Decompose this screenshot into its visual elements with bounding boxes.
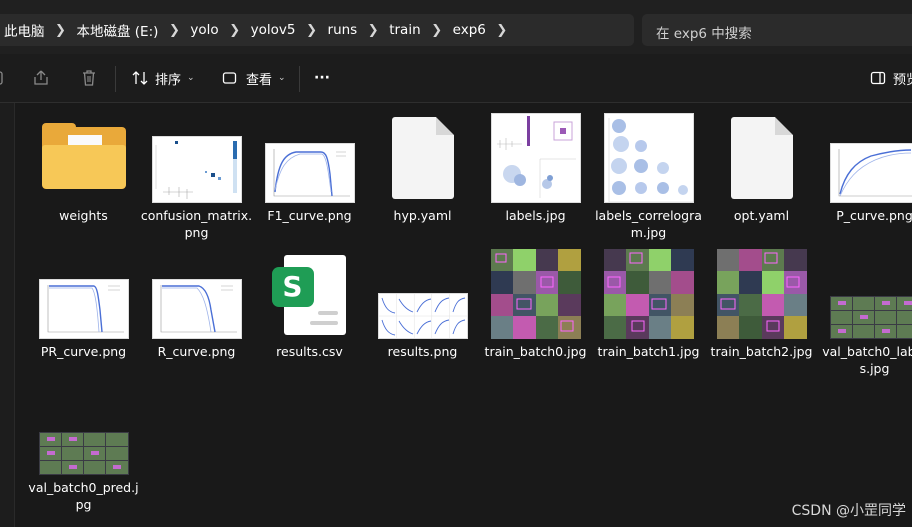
more-options-button[interactable]: ··· — [314, 66, 330, 90]
view-button[interactable]: 查看 ⌄ — [222, 66, 286, 90]
file-name: val_batch0_labels.jpg — [822, 344, 912, 376]
file-item-opt-yaml[interactable]: opt.yaml — [705, 113, 818, 243]
pr-curve-thumbnail — [38, 279, 129, 339]
preview-pane-button[interactable]: 预览 — [870, 66, 912, 90]
file-name: confusion_matrix.png — [140, 208, 253, 240]
file-name: opt.yaml — [733, 208, 790, 223]
file-item-results-csv[interactable]: S results.csv — [253, 249, 366, 379]
view-icon — [222, 72, 237, 84]
search-placeholder: 在 exp6 中搜索 — [656, 26, 752, 42]
breadcrumb-separator-icon[interactable]: ❯ — [160, 23, 188, 38]
document-icon — [730, 117, 793, 199]
results-thumbnail — [377, 293, 468, 339]
file-item-hyp-yaml[interactable]: hyp.yaml — [366, 113, 479, 243]
file-name: F1_curve.png — [267, 208, 352, 223]
file-name: weights — [59, 208, 108, 223]
chevron-down-icon: ⌄ — [278, 73, 286, 83]
breadcrumb-separator-icon[interactable]: ❯ — [423, 23, 451, 38]
file-item-pr-curve[interactable]: PR_curve.png — [27, 249, 140, 379]
preview-label: 预览 — [893, 72, 912, 88]
breadcrumb-exp6[interactable]: exp6 — [451, 22, 488, 38]
document-icon — [391, 117, 454, 199]
file-item-train-batch2[interactable]: train_batch2.jpg — [705, 249, 818, 379]
breadcrumb-separator-icon[interactable]: ❯ — [221, 23, 249, 38]
f1-curve-thumbnail — [264, 143, 355, 203]
file-name: train_batch2.jpg — [710, 344, 813, 359]
file-item-val-batch0-pred[interactable]: val_batch0_pred.jpg — [27, 385, 140, 515]
share-icon[interactable] — [32, 66, 50, 90]
file-name: labels_correlogram.jpg — [595, 208, 702, 240]
file-item-r-curve[interactable]: R_curve.png — [140, 249, 253, 379]
spreadsheet-icon: S — [271, 255, 348, 337]
breadcrumb-runs[interactable]: runs — [326, 22, 360, 38]
file-name: train_batch1.jpg — [597, 344, 700, 359]
file-name: PR_curve.png — [40, 344, 127, 359]
file-item-f1-curve[interactable]: F1_curve.png — [253, 113, 366, 243]
file-item-confusion-matrix[interactable]: confusion_matrix.png — [140, 113, 253, 243]
file-item-p-curve[interactable]: P_curve.png — [818, 113, 912, 243]
breadcrumb-separator-icon[interactable]: ❯ — [47, 23, 75, 38]
breadcrumb-this-pc[interactable]: 此电脑 — [2, 20, 47, 40]
p-curve-thumbnail — [829, 143, 912, 203]
file-item-labels[interactable]: labels.jpg — [479, 113, 592, 243]
window-top-strip — [0, 0, 912, 8]
toolbar-divider — [115, 66, 116, 92]
file-item-train-batch0[interactable]: train_batch0.jpg — [479, 249, 592, 379]
file-item-results-png[interactable]: results.png — [366, 249, 479, 379]
sort-button[interactable]: 排序 ⌄ — [131, 66, 195, 90]
file-item-val-batch0-labels[interactable]: val_batch0_labels.jpg — [818, 249, 912, 379]
command-bar: 排序 ⌄ 查看 ⌄ ··· 预览 — [0, 54, 912, 103]
file-grid: weights confusion_matrix.png F1_curve.pn — [15, 103, 912, 527]
file-item-weights[interactable]: weights — [27, 113, 140, 243]
breadcrumb-drive-e[interactable]: 本地磁盘 (E:) — [75, 20, 161, 40]
breadcrumb-separator-icon[interactable]: ❯ — [298, 23, 326, 38]
file-name: results.csv — [276, 344, 343, 359]
breadcrumb[interactable]: 此电脑 ❯ 本地磁盘 (E:) ❯ yolo ❯ yolov5 ❯ runs ❯… — [0, 14, 634, 46]
train-batch0-thumbnail — [490, 249, 581, 339]
file-name: labels.jpg — [505, 208, 566, 223]
delete-icon[interactable] — [80, 66, 98, 90]
train-batch1-thumbnail — [603, 249, 694, 339]
sort-label: 排序 — [155, 72, 182, 88]
more-icon: ··· — [314, 70, 330, 86]
file-item-labels-correlogram[interactable]: labels_correlogram.jpg — [592, 113, 705, 243]
view-label: 查看 — [246, 72, 273, 88]
file-name: val_batch0_pred.jpg — [28, 480, 139, 512]
toolbar-divider — [299, 66, 300, 92]
breadcrumb-yolo[interactable]: yolo — [188, 22, 220, 38]
chevron-down-icon: ⌄ — [187, 73, 195, 83]
file-item-train-batch1[interactable]: train_batch1.jpg — [592, 249, 705, 379]
confusion-matrix-thumbnail — [151, 136, 242, 203]
navigation-pane-edge — [0, 103, 15, 527]
labels-thumbnail — [490, 113, 581, 203]
file-name: P_curve.png — [836, 208, 912, 223]
breadcrumb-separator-icon[interactable]: ❯ — [488, 23, 516, 38]
preview-pane-icon — [870, 71, 886, 85]
watermark: CSDN @小罡同学 — [791, 503, 906, 519]
folder-icon — [41, 123, 126, 189]
val-batch0-labels-thumbnail — [829, 296, 912, 339]
breadcrumb-separator-icon[interactable]: ❯ — [359, 23, 387, 38]
breadcrumb-yolov5[interactable]: yolov5 — [249, 22, 298, 38]
val-batch0-pred-thumbnail — [38, 432, 129, 475]
file-name: train_batch0.jpg — [484, 344, 587, 359]
cut-icon[interactable] — [0, 66, 6, 90]
sort-icon — [132, 71, 148, 85]
file-name: hyp.yaml — [393, 208, 452, 223]
address-row: 此电脑 ❯ 本地磁盘 (E:) ❯ yolo ❯ yolov5 ❯ runs ❯… — [0, 8, 912, 54]
train-batch2-thumbnail — [716, 249, 807, 339]
file-name: results.png — [387, 344, 458, 359]
breadcrumb-train[interactable]: train — [387, 22, 422, 38]
file-name: R_curve.png — [157, 344, 236, 359]
r-curve-thumbnail — [151, 279, 242, 339]
wps-spreadsheet-icon: S — [271, 267, 314, 307]
search-input[interactable]: 在 exp6 中搜索 — [642, 14, 912, 46]
correlogram-thumbnail — [603, 113, 694, 203]
